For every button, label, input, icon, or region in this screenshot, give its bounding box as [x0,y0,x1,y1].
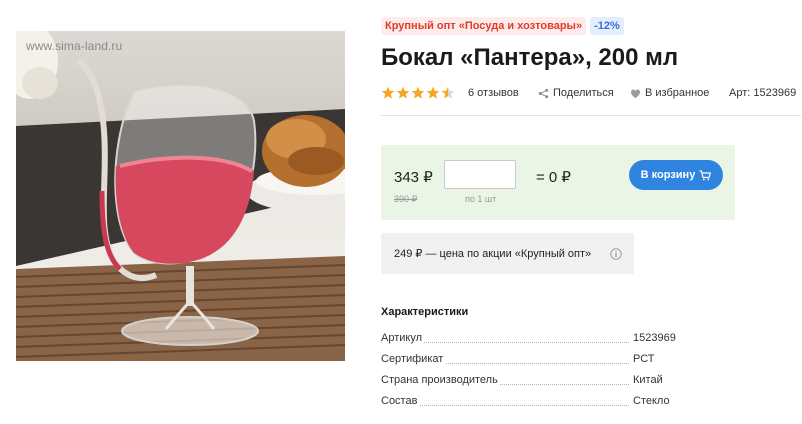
promo-price-box: 249 ₽ — цена по акции «Крупный опт» [381,233,634,274]
share-icon [538,88,549,98]
spec-value: 1523969 [633,332,676,344]
divider [381,115,801,116]
promo-badge[interactable]: Крупный опт «Посуда и хозтовары» [381,17,587,35]
spec-row: Состав Стекло [381,395,681,409]
spec-value: Стекло [633,395,670,407]
promo-price-text: 249 ₽ — цена по акции «Крупный опт» [394,248,592,260]
star-icon [426,86,440,99]
star-icon [381,86,395,99]
spec-key: Состав [381,395,420,407]
half-star-icon [441,86,455,99]
current-price: 343 ₽ [394,169,433,186]
quantity-input[interactable] [444,160,516,189]
spec-row: Страна производитель Китай [381,374,681,388]
product-photo-illustration [16,31,345,361]
product-title: Бокал «Пантера», 200 мл [381,44,679,71]
star-icon [411,86,425,99]
favorites-button[interactable]: В избранное [630,87,709,99]
spec-value: РСТ [633,353,655,365]
add-to-cart-label: В корзину [640,169,696,181]
rating-stars[interactable] [381,86,455,100]
spec-key: Сертификат [381,353,446,365]
product-meta: 6 отзывов Поделиться В избранное Арт: 15… [381,86,801,102]
favorites-label: В избранное [645,87,710,99]
badges: Крупный опт «Посуда и хозтовары» -12% [381,17,624,35]
discount-badge: -12% [590,17,624,35]
heart-icon [630,88,641,98]
info-icon[interactable] [610,248,622,260]
share-label: Поделиться [553,87,614,99]
spec-row: Артикул 1523969 [381,332,681,346]
cart-icon [699,169,712,180]
spec-key: Страна производитель [381,374,500,386]
old-price: 390 ₽ [394,194,418,204]
spec-key: Артикул [381,332,425,344]
specs-heading: Характеристики [381,306,469,318]
total-price: = 0 ₽ [536,169,571,186]
image-watermark: www.sima-land.ru [26,39,123,53]
add-to-cart-button[interactable]: В корзину [629,160,723,190]
product-image[interactable]: www.sima-land.ru [16,31,345,361]
share-button[interactable]: Поделиться [538,87,614,99]
reviews-link[interactable]: 6 отзывов [468,87,519,99]
spec-value: Китай [633,374,663,386]
star-icon [396,86,410,99]
buy-box: 343 ₽ 390 ₽ по 1 шт = 0 ₽ В корзину [381,145,735,220]
per-unit-label: по 1 шт [465,194,497,204]
article-number: Арт: 1523969 [729,87,797,99]
spec-row: Сертификат РСТ [381,353,681,367]
